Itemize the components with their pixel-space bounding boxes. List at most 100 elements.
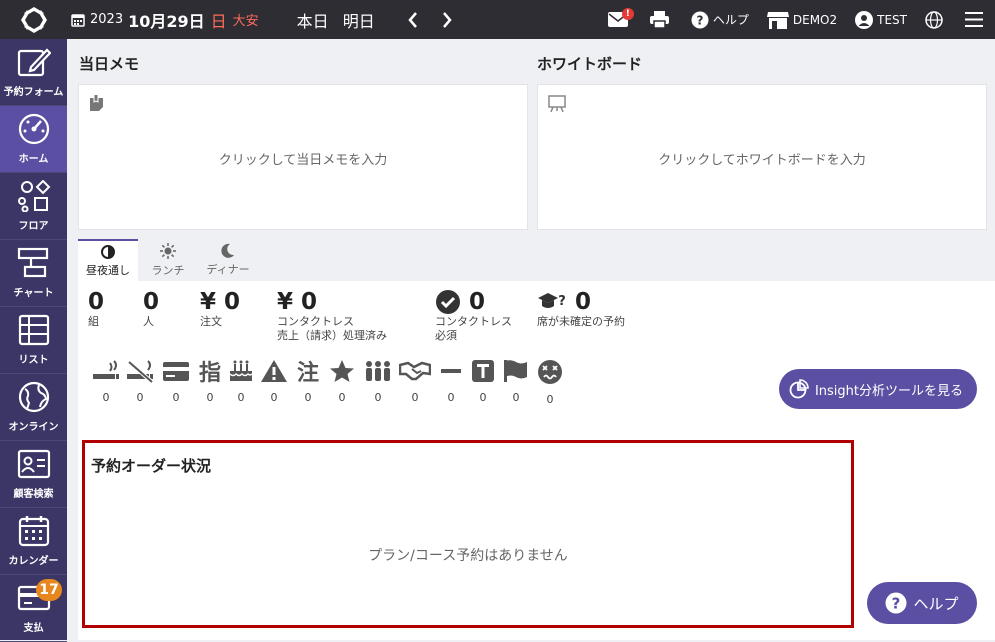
tag-count: 0 <box>546 393 554 406</box>
calendar-icon <box>18 516 49 547</box>
sidebar-item-online[interactable]: オンライン <box>0 374 67 441</box>
insight-label: Insight分析ツールを見る <box>814 383 963 399</box>
svg-text:?: ? <box>696 13 703 27</box>
sidebar-item-home[interactable]: ホーム <box>0 106 67 173</box>
next-day-button[interactable] <box>437 11 457 28</box>
menu-button[interactable] <box>965 12 987 27</box>
handshake-icon <box>399 361 431 381</box>
top-bar: 2023 10月29日 日 大安 本日 明日 ! ? ヘルプ DEMO2 TES… <box>0 0 995 39</box>
stat-contactless-sales: ¥ 0 コンタクトレス 売上（請求）処理済み <box>277 289 387 343</box>
memo-title: 当日メモ <box>79 55 140 73</box>
tab-lunch[interactable]: ランチ <box>138 239 198 281</box>
user-name: TEST <box>877 12 907 27</box>
stat-groups: 0 組 <box>88 289 104 329</box>
main-content: 当日メモ クリックして当日メモを入力 ホワイトボード クリックしてホワイトボード… <box>67 39 995 640</box>
text-count: 0 <box>468 359 498 406</box>
sidebar-item-label: 顧客検索 <box>13 489 54 500</box>
date-monthday: 10月29日 <box>128 11 205 31</box>
flag-icon <box>504 360 527 382</box>
help-button-label: ヘルプ <box>913 594 959 613</box>
help-label: ヘルプ <box>712 13 749 27</box>
tag-count: 0 <box>206 391 214 404</box>
prev-day-button[interactable] <box>403 11 423 28</box>
date-weekday: 日 <box>210 11 227 31</box>
tag-count: 0 <box>136 391 144 404</box>
user-menu[interactable]: TEST <box>855 10 907 29</box>
stat-label: コンタクトレス <box>435 315 512 328</box>
tag-count: 0 <box>479 391 487 404</box>
dizzy-face-icon <box>538 360 562 384</box>
moon-icon <box>221 243 234 258</box>
sidebar-item-reservation-form[interactable]: 予約フォーム <box>0 39 67 106</box>
minus-icon <box>441 369 461 373</box>
stat-contactless-required: 0 コンタクトレス 必須 <box>435 289 512 343</box>
stat-value: ¥ 0 <box>277 289 318 315</box>
stat-label: 人 <box>143 315 154 328</box>
stat-label: 席が未確定の予約 <box>537 315 625 328</box>
tag-count: 0 <box>304 391 312 404</box>
stat-label: コンタクトレス <box>277 315 354 328</box>
sidebar-item-floor[interactable]: フロア <box>0 173 67 240</box>
tab-label: ディナー <box>206 263 250 276</box>
sidebar: 予約フォーム ホーム フロア チャート リスト オンライン 顧客検索 カレンダー… <box>0 39 67 642</box>
question-icon: ? <box>691 11 709 28</box>
pie-chart-icon <box>789 379 809 399</box>
text-t-icon <box>472 360 494 382</box>
app-logo[interactable] <box>0 0 67 39</box>
tag-count: 0 <box>447 391 455 404</box>
tag-count: 0 <box>102 391 110 404</box>
designated-count: 指 0 <box>194 359 226 406</box>
daily-memo-box[interactable]: クリックして当日メモを入力 <box>78 84 528 230</box>
tab-label: 昼夜通し <box>86 263 130 277</box>
tag-count: 0 <box>411 391 419 404</box>
help-link[interactable]: ? ヘルプ <box>691 11 749 29</box>
card-count: 0 <box>158 359 194 406</box>
half-circle-icon <box>101 244 115 259</box>
sidebar-item-list[interactable]: リスト <box>0 307 67 374</box>
tab-dinner[interactable]: ディナー <box>198 239 258 281</box>
meal-period-tabs: 昼夜通し ランチ ディナー <box>78 239 258 281</box>
today-button[interactable]: 本日 <box>297 8 329 32</box>
print-button[interactable] <box>649 11 673 28</box>
people-group-icon <box>366 361 390 381</box>
order-status-empty: プラン/コース予約はありません <box>368 548 568 564</box>
day-navigation: 本日 明日 <box>297 8 457 32</box>
stat-label: 注文 <box>200 315 222 328</box>
svg-text:?: ? <box>892 595 901 613</box>
sidebar-item-label: フロア <box>18 221 49 232</box>
cake-icon <box>229 360 253 381</box>
tomorrow-button[interactable]: 明日 <box>343 8 375 32</box>
globe-icon <box>925 10 943 29</box>
insight-button[interactable]: Insight分析ツールを見る <box>778 369 977 409</box>
star-icon <box>330 360 354 382</box>
whiteboard-icon <box>548 95 566 113</box>
sidebar-item-label: チャート <box>13 288 54 299</box>
sidebar-item-chart[interactable]: チャート <box>0 240 67 307</box>
store-selector[interactable]: DEMO2 <box>766 11 838 29</box>
stat-people: 0 人 <box>143 289 159 329</box>
sidebar-item-customer-search[interactable]: 顧客検索 <box>0 441 67 508</box>
tab-label: ランチ <box>151 263 185 277</box>
store-name: DEMO2 <box>792 12 838 27</box>
whiteboard-box[interactable]: クリックしてホワイトボードを入力 <box>537 84 987 230</box>
current-date[interactable]: 2023 10月29日 日 大安 <box>71 8 259 32</box>
language-button[interactable] <box>925 10 947 29</box>
check-circle-icon <box>436 290 460 314</box>
sidebar-item-calendar[interactable]: カレンダー <box>0 508 67 575</box>
tag-count: 0 <box>512 391 520 404</box>
sidebar-item-payment[interactable]: 17 支払 <box>0 575 67 642</box>
caution-count: 注 0 <box>292 359 324 406</box>
date-year: 2023 <box>90 12 124 27</box>
smoking-icon <box>93 360 119 379</box>
floating-help-button[interactable]: ? ヘルプ <box>867 582 977 624</box>
sidebar-item-label: 支払 <box>23 623 44 634</box>
logo-icon <box>20 6 47 33</box>
edit-icon <box>17 48 51 77</box>
stat-value: 0 <box>88 289 105 315</box>
svg-text:指: 指 <box>199 361 221 383</box>
mail-button[interactable]: ! <box>607 8 634 27</box>
payment-badge: 17 <box>36 579 62 601</box>
smoking-count: 0 <box>90 359 122 406</box>
stat-value: 0 <box>469 289 486 315</box>
tab-all-day[interactable]: 昼夜通し <box>78 239 138 281</box>
